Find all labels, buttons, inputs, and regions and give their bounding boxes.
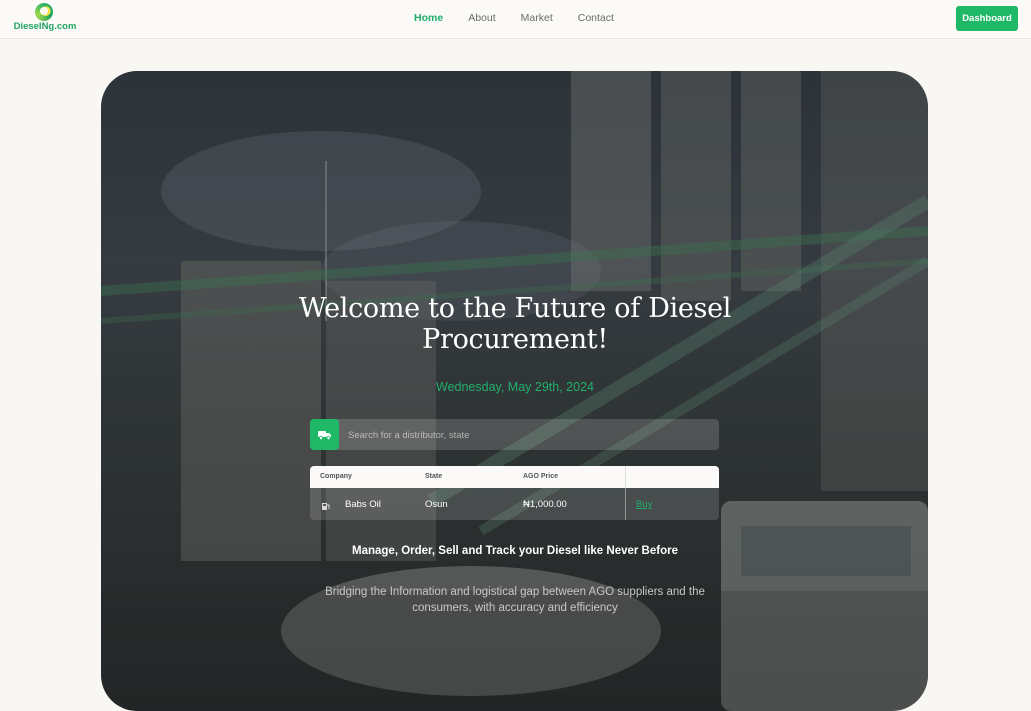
column-header-company: Company xyxy=(320,473,352,480)
row-company: Babs Oil xyxy=(345,499,381,510)
distributor-search xyxy=(310,419,719,452)
row-ago-price: ₦1,000.00 xyxy=(523,499,567,510)
brand-name: DieselNg.com xyxy=(13,21,77,32)
distributor-table: Company State AGO Price Babs Oil Osun ₦1… xyxy=(310,466,719,520)
logo-icon xyxy=(35,3,53,21)
hero-description: Bridging the Information and logistical … xyxy=(325,586,705,614)
nav-link-contact[interactable]: Contact xyxy=(578,12,614,24)
nav-link-market[interactable]: Market xyxy=(521,12,553,24)
table-header: Company State AGO Price xyxy=(310,466,719,488)
brand-logo[interactable]: DieselNg.com xyxy=(12,3,78,35)
nav-links: Home About Market Contact xyxy=(414,12,639,24)
column-header-state: State xyxy=(425,473,443,480)
search-input[interactable] xyxy=(346,419,710,452)
column-header-ago-price: AGO Price xyxy=(523,473,559,480)
hero-title: Welcome to the Future of Diesel Procurem… xyxy=(298,293,732,355)
buy-link[interactable]: Buy xyxy=(636,499,652,510)
current-date: Wednesday, May 29th, 2024 xyxy=(436,380,594,394)
column-divider xyxy=(625,466,626,520)
top-navbar: DieselNg.com Home About Market Contact D… xyxy=(0,0,1031,39)
fuel-pump-icon xyxy=(322,503,330,510)
fuel-truck-icon[interactable] xyxy=(310,419,339,450)
nav-link-about[interactable]: About xyxy=(468,12,495,24)
dashboard-button[interactable]: Dashboard xyxy=(956,6,1018,31)
nav-link-home[interactable]: Home xyxy=(414,12,443,24)
hero-tagline: Manage, Order, Sell and Track your Diese… xyxy=(352,545,678,557)
hero-section: Welcome to the Future of Diesel Procurem… xyxy=(101,71,928,711)
row-state: Osun xyxy=(425,499,448,510)
